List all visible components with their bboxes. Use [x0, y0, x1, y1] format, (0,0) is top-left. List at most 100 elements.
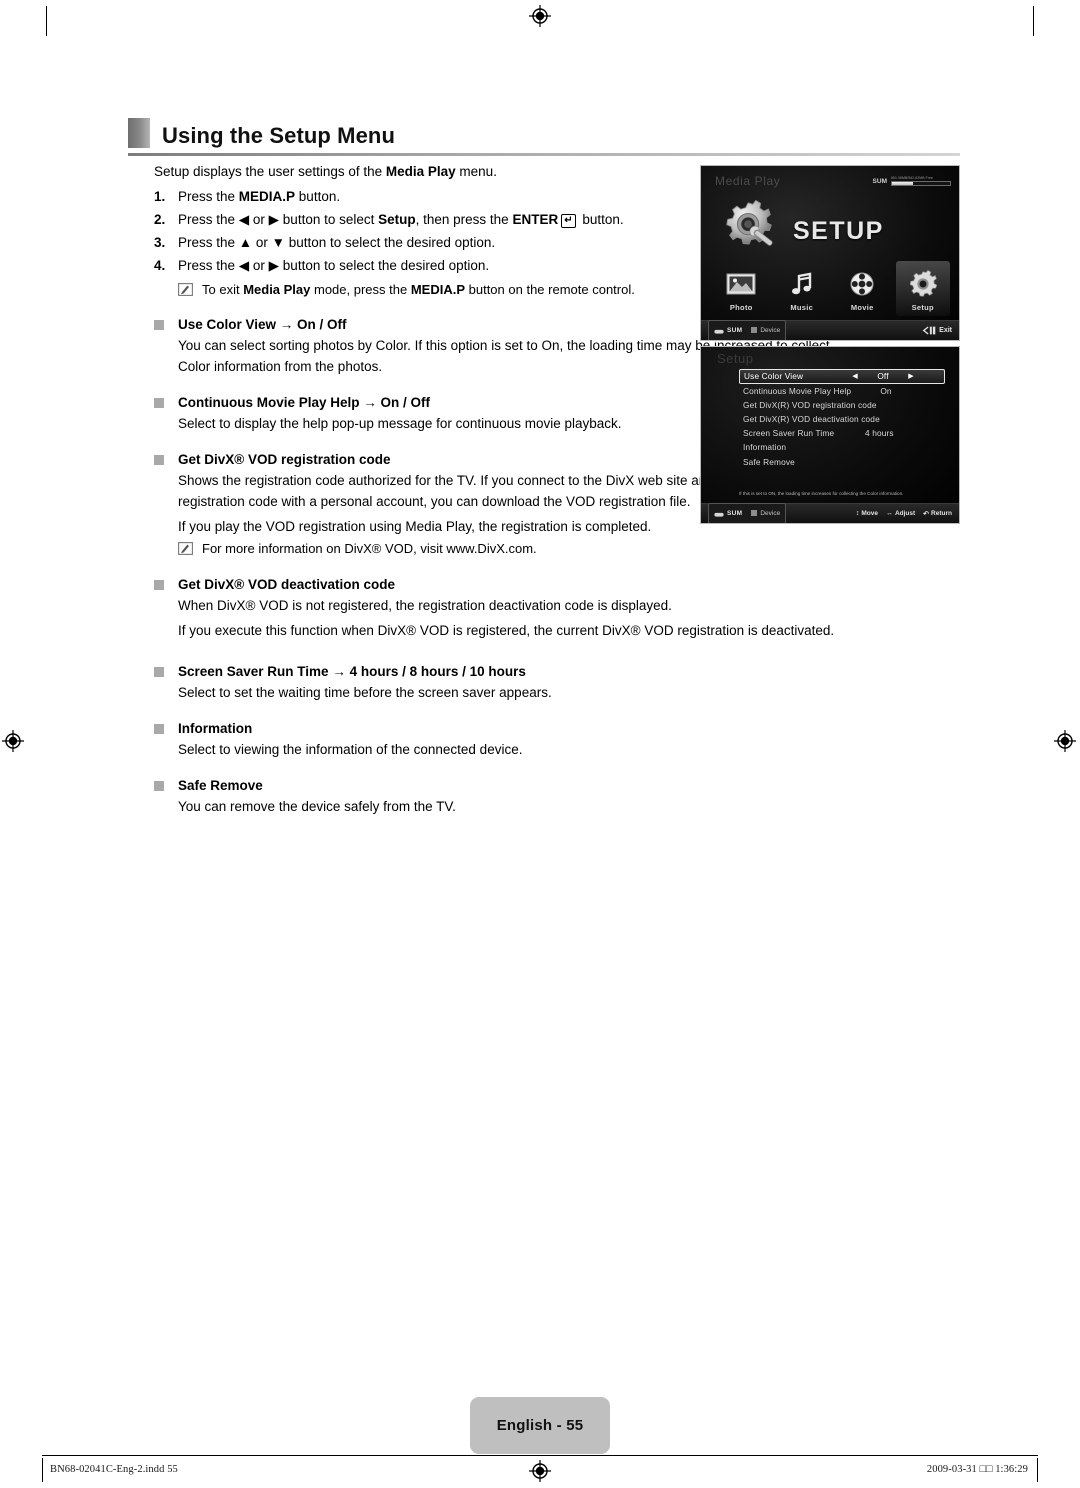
- crop-mark-top-right: [1033, 6, 1034, 36]
- setup-row-continuous-movie-play-help[interactable]: Continuous Movie Play Help On: [739, 384, 945, 398]
- bullet-title: Use Color View → On / Off: [178, 317, 347, 332]
- bullet-section: Screen Saver Run Time → 4 hours / 8 hour…: [154, 663, 854, 703]
- footer-source-label: SUM: [727, 327, 743, 334]
- usb-icon: [714, 322, 724, 340]
- return-label: Return: [931, 510, 952, 517]
- hero-label: SETUP: [793, 217, 884, 245]
- left-right-arrow-icon: ↔: [885, 510, 893, 517]
- footer-timestamp: 2009-03-31 □□ 1:36:29: [926, 1464, 1028, 1475]
- setup-row-screen-saver-run-time[interactable]: Screen Saver Run Time 4 hours: [739, 426, 945, 440]
- heading-accent-tab: [128, 118, 150, 148]
- footer-device-label: Device: [751, 510, 780, 517]
- bullet-title: Get DivX® VOD deactivation code: [178, 577, 396, 592]
- gear-icon: [896, 267, 950, 301]
- language-page-badge: English - 55: [470, 1397, 610, 1454]
- storage-capacity-text: 851.06MB/962.62MB Free: [891, 176, 933, 180]
- setup-row-safe-remove[interactable]: Safe Remove: [739, 454, 945, 468]
- bullet-line: You can remove the device safely from th…: [178, 799, 456, 814]
- bullet-square-icon: [154, 580, 164, 590]
- footer-source-label: SUM: [727, 510, 743, 517]
- step-number: 4.: [154, 258, 166, 273]
- bullet-note: For more information on DivX® VOD, visit…: [178, 538, 854, 559]
- setup-menu-footer: SUM Device ↕ Move ↔ Adjust ↶ Return: [701, 502, 959, 523]
- right-arrow-icon[interactable]: ▶: [904, 372, 918, 380]
- heading-divider: [128, 153, 960, 156]
- footer-move-hint[interactable]: ↕ Move: [856, 510, 878, 517]
- registration-mark-right: [1054, 730, 1076, 752]
- page-canvas: Using the Setup Menu Setup displays the …: [0, 0, 1080, 1488]
- bullet-line: Select to viewing the information of the…: [178, 742, 523, 757]
- setup-row-information[interactable]: Information: [739, 440, 945, 454]
- footer-hint-group: ↕ Move ↔ Adjust ↶ Return: [856, 510, 952, 518]
- bullet-section: Information Select to viewing the inform…: [154, 720, 854, 760]
- return-arrow-icon: ↶: [923, 510, 930, 518]
- setup-menu-title: Setup: [717, 351, 754, 366]
- media-play-title: Media Play: [715, 174, 781, 188]
- footer-filename: BN68-02041C-Eng-2.indd 55: [50, 1464, 178, 1475]
- device-swatch-icon: [751, 327, 758, 333]
- footer-source-chip[interactable]: SUM Device: [708, 502, 787, 523]
- media-play-icon-row: Photo Music Movie Setup: [711, 261, 953, 316]
- bullet-section: Safe Remove You can remove the device sa…: [154, 777, 854, 817]
- setup-row-label: Use Color View: [744, 371, 804, 382]
- language-page-label: English - 55: [496, 1417, 584, 1434]
- setup-row-use-color-view[interactable]: Use Color View ◀ Off ▶: [739, 369, 945, 384]
- bullet-line: When DivX® VOD is not registered, the re…: [178, 598, 672, 613]
- media-tile-photo[interactable]: Photo: [714, 261, 768, 316]
- bullet-square-icon: [154, 398, 164, 408]
- media-play-hero: SETUP: [719, 198, 884, 265]
- bullet-line: Select to set the waiting time before th…: [178, 685, 552, 700]
- footer-exit-group[interactable]: Exit: [922, 322, 952, 340]
- footer-device-text: Device: [760, 327, 781, 334]
- registration-mark-top: [529, 5, 551, 27]
- setup-row-value: On: [880, 385, 892, 396]
- setup-row-divx-registration-code[interactable]: Get DivX(R) VOD registration code: [739, 398, 945, 412]
- media-tile-movie[interactable]: Movie: [835, 261, 889, 316]
- note-text: To exit Media Play mode, press the MEDIA…: [202, 282, 635, 297]
- step-number: 3.: [154, 235, 166, 250]
- footer-adjust-hint[interactable]: ↔ Adjust: [886, 510, 915, 517]
- footer-device-label: Device: [751, 327, 780, 334]
- setup-menu-list: Use Color View ◀ Off ▶ Continuous Movie …: [739, 369, 945, 469]
- registration-mark-left: [2, 730, 24, 752]
- bullet-title: Information: [178, 721, 253, 736]
- media-play-footer: SUM Device Exit: [701, 319, 959, 340]
- media-tile-setup[interactable]: Setup: [895, 261, 950, 316]
- setup-row-value: Off: [877, 371, 889, 382]
- media-tile-label: Music: [790, 303, 814, 312]
- screenshot-setup-menu: Setup Use Color View ◀ Off ▶ Continuous …: [700, 346, 960, 524]
- enter-key-icon: ↵: [561, 214, 576, 228]
- move-label: Move: [861, 510, 878, 517]
- note-text: For more information on DivX® VOD, visit…: [202, 541, 537, 556]
- page-title: Using the Setup Menu: [162, 123, 395, 148]
- footer-tick-left: [42, 1458, 43, 1482]
- setup-row-divx-deactivation-code[interactable]: Get DivX(R) VOD deactivation code: [739, 412, 945, 426]
- media-tile-label: Photo: [729, 303, 753, 312]
- setup-row-label: Information: [743, 442, 787, 453]
- bullet-title: Get DivX® VOD registration code: [178, 452, 391, 467]
- bullet-title: Safe Remove: [178, 778, 263, 793]
- footer-source-chip[interactable]: SUM Device: [708, 319, 787, 340]
- media-tile-music[interactable]: Music: [775, 261, 829, 316]
- storage-indicator: SUM 851.06MB/962.62MB Free: [873, 176, 951, 186]
- music-note-icon: [775, 267, 829, 301]
- step-number: 1.: [154, 189, 166, 204]
- step-number: 2.: [154, 212, 166, 227]
- usb-icon: [714, 505, 724, 523]
- device-swatch-icon: [751, 510, 758, 516]
- bullet-square-icon: [154, 455, 164, 465]
- exit-icon: [922, 322, 936, 340]
- footer-return-hint[interactable]: ↶ Return: [923, 510, 952, 518]
- bullet-square-icon: [154, 667, 164, 677]
- media-tile-label: Setup: [911, 303, 934, 312]
- exit-label: Exit: [939, 327, 952, 334]
- bullet-line: If you execute this function when DivX® …: [178, 623, 835, 638]
- note-pencil-icon: [178, 283, 193, 296]
- bullet-square-icon: [154, 724, 164, 734]
- left-arrow-icon[interactable]: ◀: [848, 372, 862, 380]
- setup-row-label: Get DivX(R) VOD registration code: [743, 399, 877, 410]
- footer-tick-right: [1037, 1458, 1038, 1482]
- adjust-label: Adjust: [894, 510, 916, 517]
- setup-row-label: Continuous Movie Play Help: [743, 385, 852, 396]
- storage-source-label: SUM: [872, 177, 887, 185]
